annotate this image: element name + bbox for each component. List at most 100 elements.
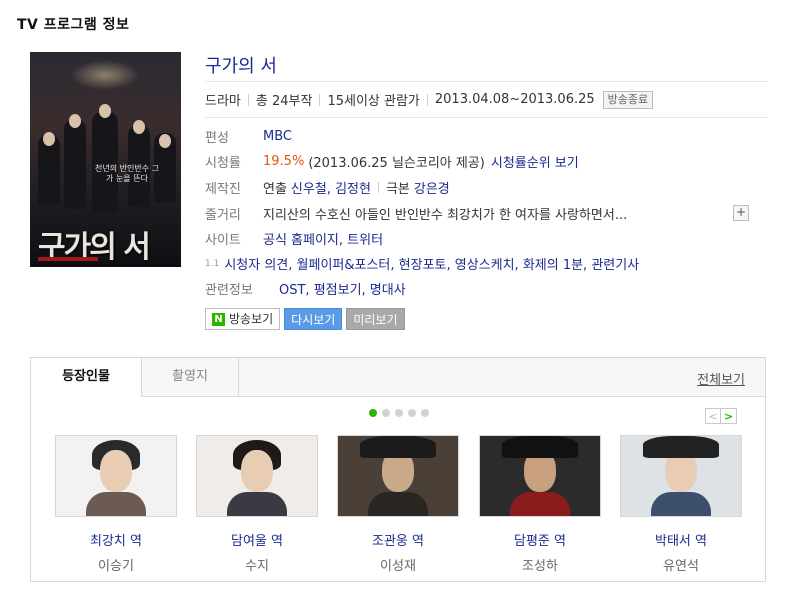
poster-moon — [70, 60, 140, 90]
cast-photo-face — [241, 450, 273, 492]
expand-synopsis-button[interactable]: + — [733, 205, 749, 221]
page-dot[interactable] — [395, 409, 403, 417]
separator — [319, 93, 321, 106]
naver-n-icon: N — [212, 312, 225, 326]
viewership-value: 19.5% — [263, 154, 305, 169]
page-dot[interactable] — [369, 409, 377, 417]
cast-card[interactable]: 담여울 역 수지 — [196, 435, 318, 574]
viewership-note: (2013.06.25 닐슨코리아 제공) — [308, 156, 485, 171]
cast-photo-face — [100, 450, 132, 492]
cast-card[interactable]: 최강치 역 이승기 — [55, 435, 177, 574]
extra-links[interactable]: 시청자 의견, 월페이퍼&포스터, 현장포토, 영상스케치, 화제의 1분, 관… — [224, 254, 639, 273]
poster-figure-head — [69, 114, 81, 128]
cast-photo-hat — [502, 436, 578, 458]
poster-red-stripe — [38, 257, 98, 261]
cast-photo[interactable] — [620, 435, 742, 517]
viewership-label: 시청률 — [205, 156, 241, 171]
poster-figure — [64, 119, 86, 209]
cast-role[interactable]: 담평준 역 — [479, 530, 601, 549]
poster-figure — [92, 112, 118, 212]
channel-link[interactable]: MBC — [263, 129, 292, 144]
extra-marker: 1.1 — [205, 258, 220, 269]
program-meta: 드라마 총 24부작 15세이상 관람가 2013.04.08~2013.06.… — [205, 90, 654, 109]
cast-photo-body — [368, 492, 428, 516]
extra-links-row: 1.1 시청자 의견, 월페이퍼&포스터, 현장포토, 영상스케치, 화제의 1… — [205, 254, 639, 273]
chevron-right-icon[interactable]: > — [721, 408, 737, 424]
separator — [377, 182, 379, 193]
cast-card[interactable]: 박태서 역 유연석 — [620, 435, 742, 574]
cast-card[interactable]: 담평준 역 조성하 — [479, 435, 601, 574]
page-dot[interactable] — [421, 409, 429, 417]
cast-photo[interactable] — [55, 435, 177, 517]
broadcast-label: 방송보기 — [229, 312, 274, 326]
viewership-row: 시청률 19.5% (2013.06.25 닐슨코리아 제공) 시청률순위 보기 — [205, 152, 579, 171]
cast-role[interactable]: 조관웅 역 — [337, 530, 459, 549]
synopsis-label: 줄거리 — [205, 208, 241, 223]
poster-figure-head — [133, 120, 145, 134]
cast-tabbar: 등장인물 촬영지 전체보기 — [31, 358, 765, 397]
viewership-rank-link[interactable]: 시청률순위 보기 — [491, 152, 579, 171]
page-dot[interactable] — [382, 409, 390, 417]
replay-button[interactable]: 다시보기 — [284, 308, 343, 330]
episodes: 총 24부작 — [255, 94, 313, 109]
cast-photo-body — [510, 492, 570, 516]
cast-actor[interactable]: 조성하 — [479, 555, 601, 574]
genre: 드라마 — [205, 94, 241, 109]
cast-photo-hat — [360, 436, 436, 458]
divider — [205, 81, 767, 82]
synopsis-row: 줄거리 지리산의 수호신 아들인 반인반수 최강치가 한 여자를 사랑하면서..… — [205, 204, 627, 223]
cast-role[interactable]: 박태서 역 — [620, 530, 742, 549]
cast-photo-body — [86, 492, 146, 516]
broadcast-period: 2013.04.08~2013.06.25 — [434, 92, 595, 107]
cast-role[interactable]: 최강치 역 — [55, 530, 177, 549]
tab-locations[interactable]: 촬영지 — [142, 358, 239, 396]
site-label: 사이트 — [205, 233, 241, 248]
poster-tagline: 천년의 반인반수 그가 눈을 뜬다 — [95, 164, 159, 183]
cast-photo[interactable] — [196, 435, 318, 517]
program-poster[interactable]: 천년의 반인반수 그가 눈을 뜬다 구가의 서 — [30, 52, 181, 267]
cast-role[interactable]: 담여울 역 — [196, 530, 318, 549]
cast-photo[interactable] — [479, 435, 601, 517]
action-buttons: N 방송보기 다시보기 미리보기 — [205, 308, 409, 330]
tab-characters[interactable]: 등장인물 — [31, 358, 142, 397]
divider — [205, 117, 767, 118]
synopsis-text: 지리산의 수호신 아들인 반인반수 최강치가 한 여자를 사랑하면서... — [263, 208, 628, 223]
cast-actor[interactable]: 수지 — [196, 555, 318, 574]
related-links[interactable]: OST, 평점보기, 명대사 — [279, 279, 406, 298]
view-all-link[interactable]: 전체보기 — [697, 369, 745, 388]
page-dot[interactable] — [408, 409, 416, 417]
cast-actor[interactable]: 유연석 — [620, 555, 742, 574]
cast-photo-body — [651, 492, 711, 516]
related-row: 관련정보 OST, 평점보기, 명대사 — [205, 279, 406, 298]
channel-label: 편성 — [205, 131, 229, 146]
cast-card[interactable]: 조관웅 역 이성재 — [337, 435, 459, 574]
separator — [247, 93, 249, 106]
director-prefix: 연출 — [263, 182, 287, 197]
cast-actor[interactable]: 이성재 — [337, 555, 459, 574]
poster-figure-head — [159, 134, 171, 148]
age-rating: 15세이상 관람가 — [327, 94, 420, 109]
site-links[interactable]: 공식 홈페이지, 트위터 — [263, 229, 383, 248]
writer-link[interactable]: 강은경 — [414, 178, 450, 197]
pagination-dots — [369, 409, 434, 417]
carousel-arrows: < > — [705, 408, 737, 424]
related-label: 관련정보 — [205, 283, 253, 298]
staff-row: 제작진 연출 신우철, 김정현 극본 강은경 — [205, 178, 450, 197]
channel-row: 편성 MBC — [205, 127, 292, 146]
writer-prefix: 극본 — [385, 182, 410, 197]
cast-photo-body — [227, 492, 287, 516]
cast-panel: 등장인물 촬영지 전체보기 < > 최강치 역 이승기 담여울 역 수지 조관웅… — [30, 357, 766, 582]
status-badge: 방송종료 — [602, 90, 654, 109]
poster-figure-head — [43, 132, 55, 146]
separator — [426, 93, 428, 106]
staff-label: 제작진 — [205, 182, 241, 197]
cast-actor[interactable]: 이승기 — [55, 555, 177, 574]
directors-link[interactable]: 신우철, 김정현 — [291, 178, 371, 197]
broadcast-button[interactable]: N 방송보기 — [205, 308, 281, 330]
preview-button[interactable]: 미리보기 — [346, 308, 405, 330]
section-title: TV 프로그램 정보 — [17, 17, 130, 33]
chevron-left-icon[interactable]: < — [705, 408, 721, 424]
cast-photo[interactable] — [337, 435, 459, 517]
site-row: 사이트 공식 홈페이지, 트위터 — [205, 229, 383, 248]
program-title[interactable]: 구가의 서 — [205, 52, 277, 78]
